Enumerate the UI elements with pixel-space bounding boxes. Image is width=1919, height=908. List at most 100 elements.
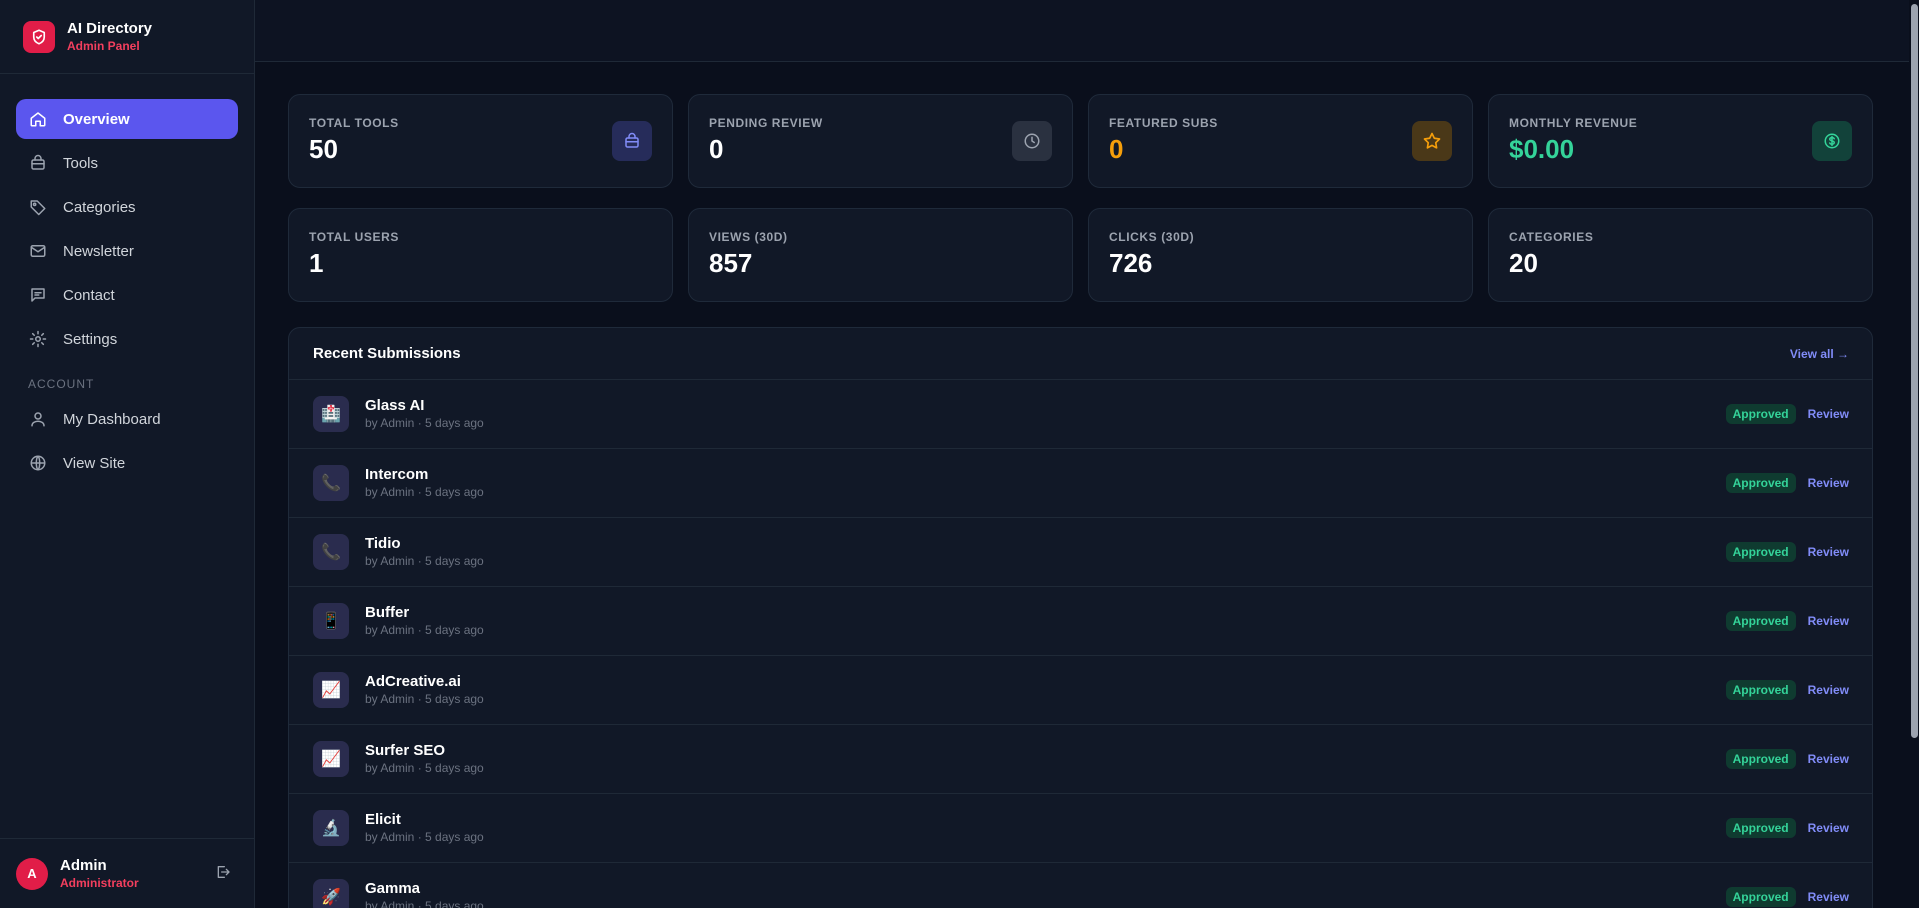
tool-name: AdCreative.ai [365, 673, 461, 690]
home-icon [28, 109, 48, 129]
status-badge: Approved [1725, 611, 1796, 631]
sidebar-item-overview[interactable]: Overview [16, 99, 238, 139]
stat-card-views: VIEWS (30D) 857 [688, 208, 1073, 302]
sidebar: AI Directory Admin Panel Overview Tools … [0, 0, 255, 908]
tool-icon: 🏥 [313, 396, 349, 432]
list-item[interactable]: 🏥 Glass AI by Admin · 5 days ago Approve… [289, 380, 1872, 449]
tool-icon: 🚀 [313, 879, 349, 908]
stat-label: FEATURED SUBS [1109, 116, 1218, 130]
review-link[interactable]: Review [1808, 476, 1849, 490]
star-icon [1412, 121, 1452, 161]
tool-name: Glass AI [365, 397, 425, 414]
list-item[interactable]: 📞 Tidio by Admin · 5 days ago Approved R… [289, 518, 1872, 587]
review-link[interactable]: Review [1808, 614, 1849, 628]
tool-meta: by Admin · 5 days ago [365, 554, 484, 568]
sidebar-item-label: Contact [63, 286, 115, 304]
scrollbar-thumb[interactable] [1911, 4, 1918, 738]
sidebar-item-settings[interactable]: Settings [16, 319, 238, 359]
tool-meta: by Admin · 5 days ago [365, 623, 484, 637]
sidebar-item-label: My Dashboard [63, 410, 161, 428]
account-section-heading: ACCOUNT [28, 377, 95, 391]
sidebar-item-newsletter[interactable]: Newsletter [16, 231, 238, 271]
tool-icon: 📱 [313, 603, 349, 639]
main-content: TOTAL TOOLS 50 PENDING REVIEW 0 FEATURED… [288, 94, 1873, 908]
sidebar-item-label: Newsletter [63, 242, 134, 260]
stat-value: $0.00 [1509, 134, 1575, 164]
dollar-icon [1812, 121, 1852, 161]
stat-value: 20 [1509, 248, 1538, 278]
stat-label: CLICKS (30D) [1109, 230, 1195, 244]
list-item[interactable]: 📞 Intercom by Admin · 5 days ago Approve… [289, 449, 1872, 518]
chat-icon [28, 285, 48, 305]
sidebar-item-label: Settings [63, 330, 118, 348]
panel-title: Recent Submissions [313, 345, 461, 362]
sidebar-item-label: Categories [63, 198, 136, 216]
top-bar [255, 0, 1909, 62]
tool-meta: by Admin · 5 days ago [365, 416, 484, 430]
view-all-link[interactable]: View all → [1790, 347, 1849, 361]
clock-icon [1012, 121, 1052, 161]
user-name: Admin [60, 856, 107, 874]
sidebar-item-label: Overview [63, 110, 130, 128]
avatar[interactable]: A [16, 857, 48, 890]
tool-icon: 📞 [313, 465, 349, 501]
tool-icon: 🔬 [313, 810, 349, 846]
status-badge: Approved [1725, 680, 1796, 700]
list-item[interactable]: 🚀 Gamma by Admin · 5 days ago Approved R… [289, 863, 1872, 908]
stats-grid: TOTAL TOOLS 50 PENDING REVIEW 0 FEATURED… [288, 94, 1873, 302]
list-item[interactable]: 📱 Buffer by Admin · 5 days ago Approved … [289, 587, 1872, 656]
sidebar-item-label: View Site [63, 454, 126, 472]
brand[interactable]: AI Directory Admin Panel [0, 0, 254, 74]
gear-icon [28, 329, 48, 349]
panel-header: Recent Submissions View all → [289, 328, 1872, 380]
status-badge: Approved [1725, 749, 1796, 769]
stat-card-pending-review: PENDING REVIEW 0 [688, 94, 1073, 188]
status-badge: Approved [1725, 818, 1796, 838]
status-badge: Approved [1725, 887, 1796, 907]
sidebar-item-view-site[interactable]: View Site [16, 443, 238, 483]
stat-card-featured-subs: FEATURED SUBS 0 [1088, 94, 1473, 188]
tool-name: Tidio [365, 535, 401, 552]
main-nav: Overview Tools Categories Newsletter Con… [0, 74, 254, 483]
tool-name: Buffer [365, 604, 410, 621]
list-item[interactable]: 🔬 Elicit by Admin · 5 days ago Approved … [289, 794, 1872, 863]
stat-card-total-tools: TOTAL TOOLS 50 [288, 94, 673, 188]
mail-icon [28, 241, 48, 261]
review-link[interactable]: Review [1808, 890, 1849, 904]
sidebar-item-tools[interactable]: Tools [16, 143, 238, 183]
logout-icon[interactable] [215, 864, 233, 882]
tool-name: Elicit [365, 811, 401, 828]
page-scrollbar[interactable] [1909, 0, 1919, 908]
list-item[interactable]: 📈 Surfer SEO by Admin · 5 days ago Appro… [289, 725, 1872, 794]
tool-name: Surfer SEO [365, 742, 446, 759]
sidebar-item-label: Tools [63, 154, 99, 172]
sidebar-item-categories[interactable]: Categories [16, 187, 238, 227]
tool-name: Gamma [365, 880, 421, 897]
sidebar-item-my-dashboard[interactable]: My Dashboard [16, 399, 238, 439]
tool-name: Intercom [365, 466, 429, 483]
box-icon [612, 121, 652, 161]
tool-icon: 📈 [313, 672, 349, 708]
brand-title: AI Directory [67, 19, 153, 37]
stat-label: CATEGORIES [1509, 230, 1594, 244]
stat-label: VIEWS (30D) [709, 230, 788, 244]
stat-value: 1 [309, 248, 324, 278]
review-link[interactable]: Review [1808, 752, 1849, 766]
review-link[interactable]: Review [1808, 821, 1849, 835]
tool-meta: by Admin · 5 days ago [365, 692, 484, 706]
review-link[interactable]: Review [1808, 545, 1849, 559]
stat-value: 0 [1109, 134, 1124, 164]
user-role: Administrator [60, 875, 139, 890]
review-link[interactable]: Review [1808, 407, 1849, 421]
list-item[interactable]: 📈 AdCreative.ai by Admin · 5 days ago Ap… [289, 656, 1872, 725]
stat-value: 726 [1109, 248, 1153, 278]
user-icon [28, 409, 48, 429]
sidebar-item-contact[interactable]: Contact [16, 275, 238, 315]
box-icon [28, 153, 48, 173]
brand-subtitle: Admin Panel [67, 38, 140, 53]
review-link[interactable]: Review [1808, 683, 1849, 697]
stat-card-total-users: TOTAL USERS 1 [288, 208, 673, 302]
stat-value: 857 [709, 248, 753, 278]
status-badge: Approved [1725, 473, 1796, 493]
tag-icon [28, 197, 48, 217]
